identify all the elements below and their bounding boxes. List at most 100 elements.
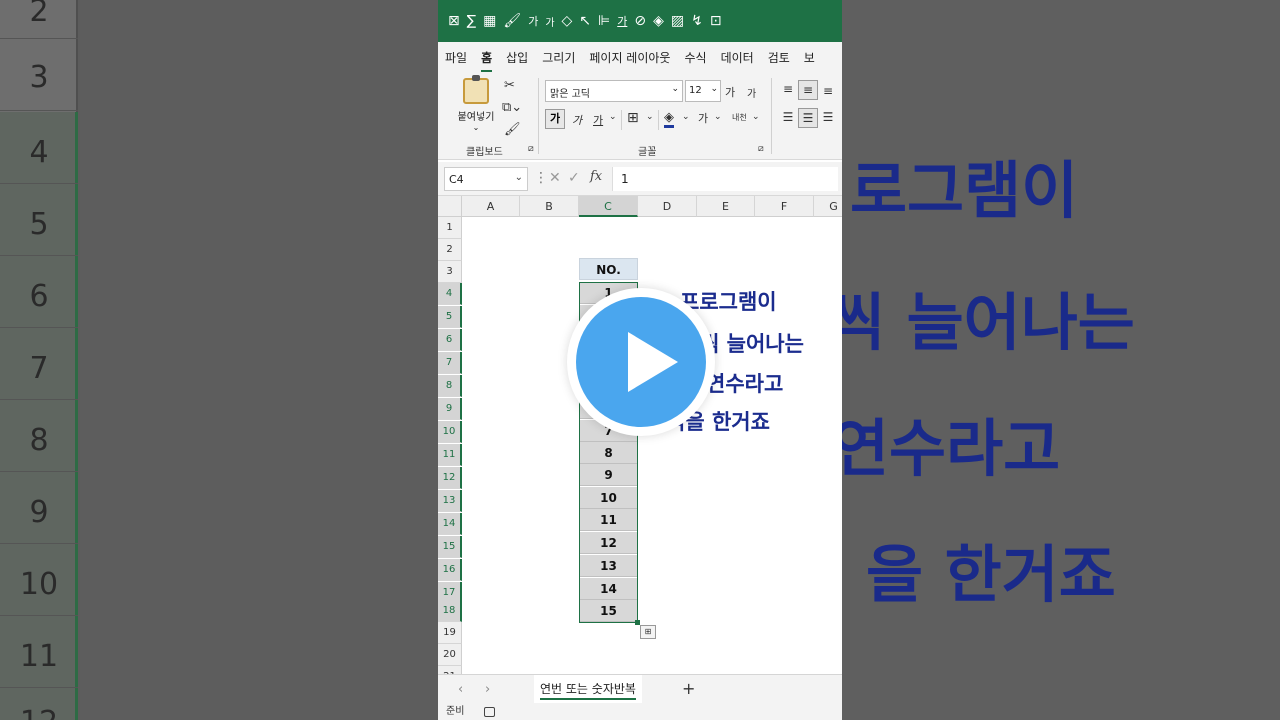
shrink-font-button[interactable]: 가 — [747, 85, 756, 100]
column-header-c[interactable]: C — [579, 196, 638, 217]
align-middle-icon[interactable]: ≡ — [798, 80, 818, 100]
column-header-g[interactable]: G — [814, 196, 842, 217]
font-name-select[interactable]: 맑은 고딕 ⌄ — [545, 80, 683, 102]
row-header[interactable]: 9 — [438, 398, 462, 420]
row-header[interactable]: 15 — [438, 536, 462, 558]
table-icon[interactable]: ▦ — [483, 13, 496, 29]
formula-bar: C4 ⌄ ⋮ ✕ ✓ fx 1 — [438, 162, 842, 196]
paste-button[interactable]: 붙여넣기 ⌄ — [452, 75, 500, 132]
row-header[interactable]: 2 — [438, 239, 462, 261]
cancel-icon[interactable]: ✕ — [549, 170, 561, 186]
row-header[interactable]: 6 — [438, 329, 462, 351]
row-header[interactable]: 19 — [438, 622, 462, 644]
underline-icon[interactable]: 가 — [617, 13, 627, 29]
align-icon[interactable]: ⊫ — [598, 13, 610, 29]
tab-view[interactable]: 보 — [797, 49, 822, 66]
link-icon[interactable]: ↯ — [691, 13, 703, 29]
font-size-select[interactable]: 12 ⌄ — [685, 80, 721, 102]
sum-icon[interactable]: ∑ — [467, 13, 476, 29]
row-header[interactable]: 16 — [438, 559, 462, 581]
format-brush-icon[interactable]: 🖌 — [503, 13, 521, 29]
align-right-icon[interactable]: ☰ — [818, 108, 838, 128]
image-icon[interactable]: ▨ — [671, 13, 684, 29]
tab-file[interactable]: 파일 — [438, 49, 474, 66]
row-header[interactable]: 10 — [438, 421, 462, 443]
column-header-b[interactable]: B — [520, 196, 579, 217]
add-sheet-button[interactable]: + — [682, 679, 695, 698]
row-header[interactable]: 7 — [438, 352, 462, 374]
highlight-icon[interactable]: ⊘ — [634, 13, 646, 29]
column-header-e[interactable]: E — [697, 196, 755, 217]
row-header[interactable]: 3 — [438, 261, 462, 283]
row-header[interactable]: 20 — [438, 644, 462, 666]
row-header[interactable]: 13 — [438, 490, 462, 512]
cut-icon[interactable]: ✂ — [504, 78, 515, 93]
tab-page-layout[interactable]: 페이지 레이아웃 — [582, 49, 677, 66]
dialog-launcher-icon[interactable]: ⧄ — [758, 144, 764, 154]
align-bottom-icon[interactable]: ≡ — [818, 82, 838, 102]
dialog-launcher-icon[interactable]: ⧄ — [528, 144, 534, 154]
sheet-prev-button[interactable]: ‹ — [458, 682, 463, 697]
fill-color-icon[interactable]: ◈ — [664, 110, 674, 128]
italic-button[interactable]: 가 — [572, 112, 582, 128]
pointer-icon[interactable]: ↖ — [579, 13, 591, 29]
formula-input[interactable]: 1 — [612, 167, 838, 191]
row-header[interactable]: 14 — [438, 513, 462, 535]
chevron-down-icon[interactable]: ⌄ — [646, 112, 654, 122]
align-left-icon[interactable]: ☰ — [778, 108, 798, 128]
column-header-a[interactable]: A — [462, 196, 520, 217]
table-header-cell[interactable]: NO. — [579, 258, 638, 280]
row-header[interactable]: 11 — [438, 444, 462, 466]
tab-insert[interactable]: 삽입 — [499, 49, 535, 66]
chevron-down-icon[interactable]: ⌄ — [752, 112, 760, 122]
format-painter-icon[interactable]: 🖌 — [504, 122, 521, 137]
tab-home[interactable]: 홈 — [474, 49, 499, 72]
bg-divider — [0, 399, 78, 400]
tab-data[interactable]: 데이터 — [714, 49, 761, 66]
font-color-button[interactable]: 가 — [698, 110, 708, 126]
bg-row-number: 3 — [29, 60, 49, 95]
background-row-headers: 2 3 4 5 6 7 8 9 10 11 12 — [0, 0, 78, 720]
copy-icon[interactable]: ⧉⌄ — [502, 100, 522, 115]
column-header-d[interactable]: D — [638, 196, 697, 217]
sheet-tab-active[interactable]: 연번 또는 숫자반복 — [534, 675, 642, 703]
bg-row-number: 2 — [29, 0, 49, 29]
row-header[interactable]: 21 — [438, 666, 462, 674]
sheet-tab-bar: ‹ › 연번 또는 숫자반복 + — [438, 674, 842, 704]
underline-button[interactable]: 가 — [593, 112, 603, 128]
accessibility-icon[interactable] — [484, 707, 495, 717]
align-center-icon[interactable]: ☰ — [798, 108, 818, 128]
chevron-down-icon: ⌄ — [710, 84, 718, 94]
chevron-down-icon[interactable]: ⌄ — [714, 112, 722, 122]
tab-draw[interactable]: 그리기 — [535, 49, 582, 66]
phonetic-button[interactable]: 내천 — [732, 112, 747, 123]
font-increase-icon[interactable]: 가 — [528, 13, 538, 29]
play-button[interactable] — [567, 288, 715, 436]
more-options-icon[interactable]: ⋮ — [534, 170, 548, 186]
tab-formulas[interactable]: 수식 — [677, 49, 713, 66]
fill-color-icon[interactable]: ◈ — [653, 13, 664, 29]
enter-icon[interactable]: ✓ — [568, 170, 580, 186]
row-header[interactable]: 4 — [438, 283, 462, 305]
bold-button[interactable]: 가 — [545, 109, 565, 129]
chevron-down-icon[interactable]: ⌄ — [682, 112, 690, 122]
shapes-icon[interactable]: ◇ — [562, 13, 573, 29]
row-header[interactable]: 1 — [438, 217, 462, 239]
column-header-f[interactable]: F — [755, 196, 814, 217]
align-top-icon[interactable]: ≡ — [778, 80, 798, 100]
name-box[interactable]: C4 ⌄ — [444, 167, 528, 191]
row-header[interactable]: 8 — [438, 375, 462, 397]
tab-review[interactable]: 검토 — [761, 49, 797, 66]
row-header[interactable]: 18 — [438, 600, 462, 622]
grow-font-button[interactable]: 가 — [725, 84, 735, 100]
font-decrease-icon[interactable]: 가 — [545, 14, 554, 29]
row-header[interactable]: 5 — [438, 306, 462, 328]
insert-function-button[interactable]: fx — [590, 169, 602, 184]
borders-icon[interactable]: ⊞ — [627, 110, 639, 126]
quick-analysis-icon[interactable]: ⊞ — [640, 625, 656, 639]
more-icon[interactable]: ⊡ — [710, 13, 722, 29]
select-all-corner[interactable] — [438, 196, 462, 217]
chevron-down-icon[interactable]: ⌄ — [609, 112, 617, 122]
row-header[interactable]: 12 — [438, 467, 462, 489]
sheet-next-button[interactable]: › — [485, 682, 490, 697]
